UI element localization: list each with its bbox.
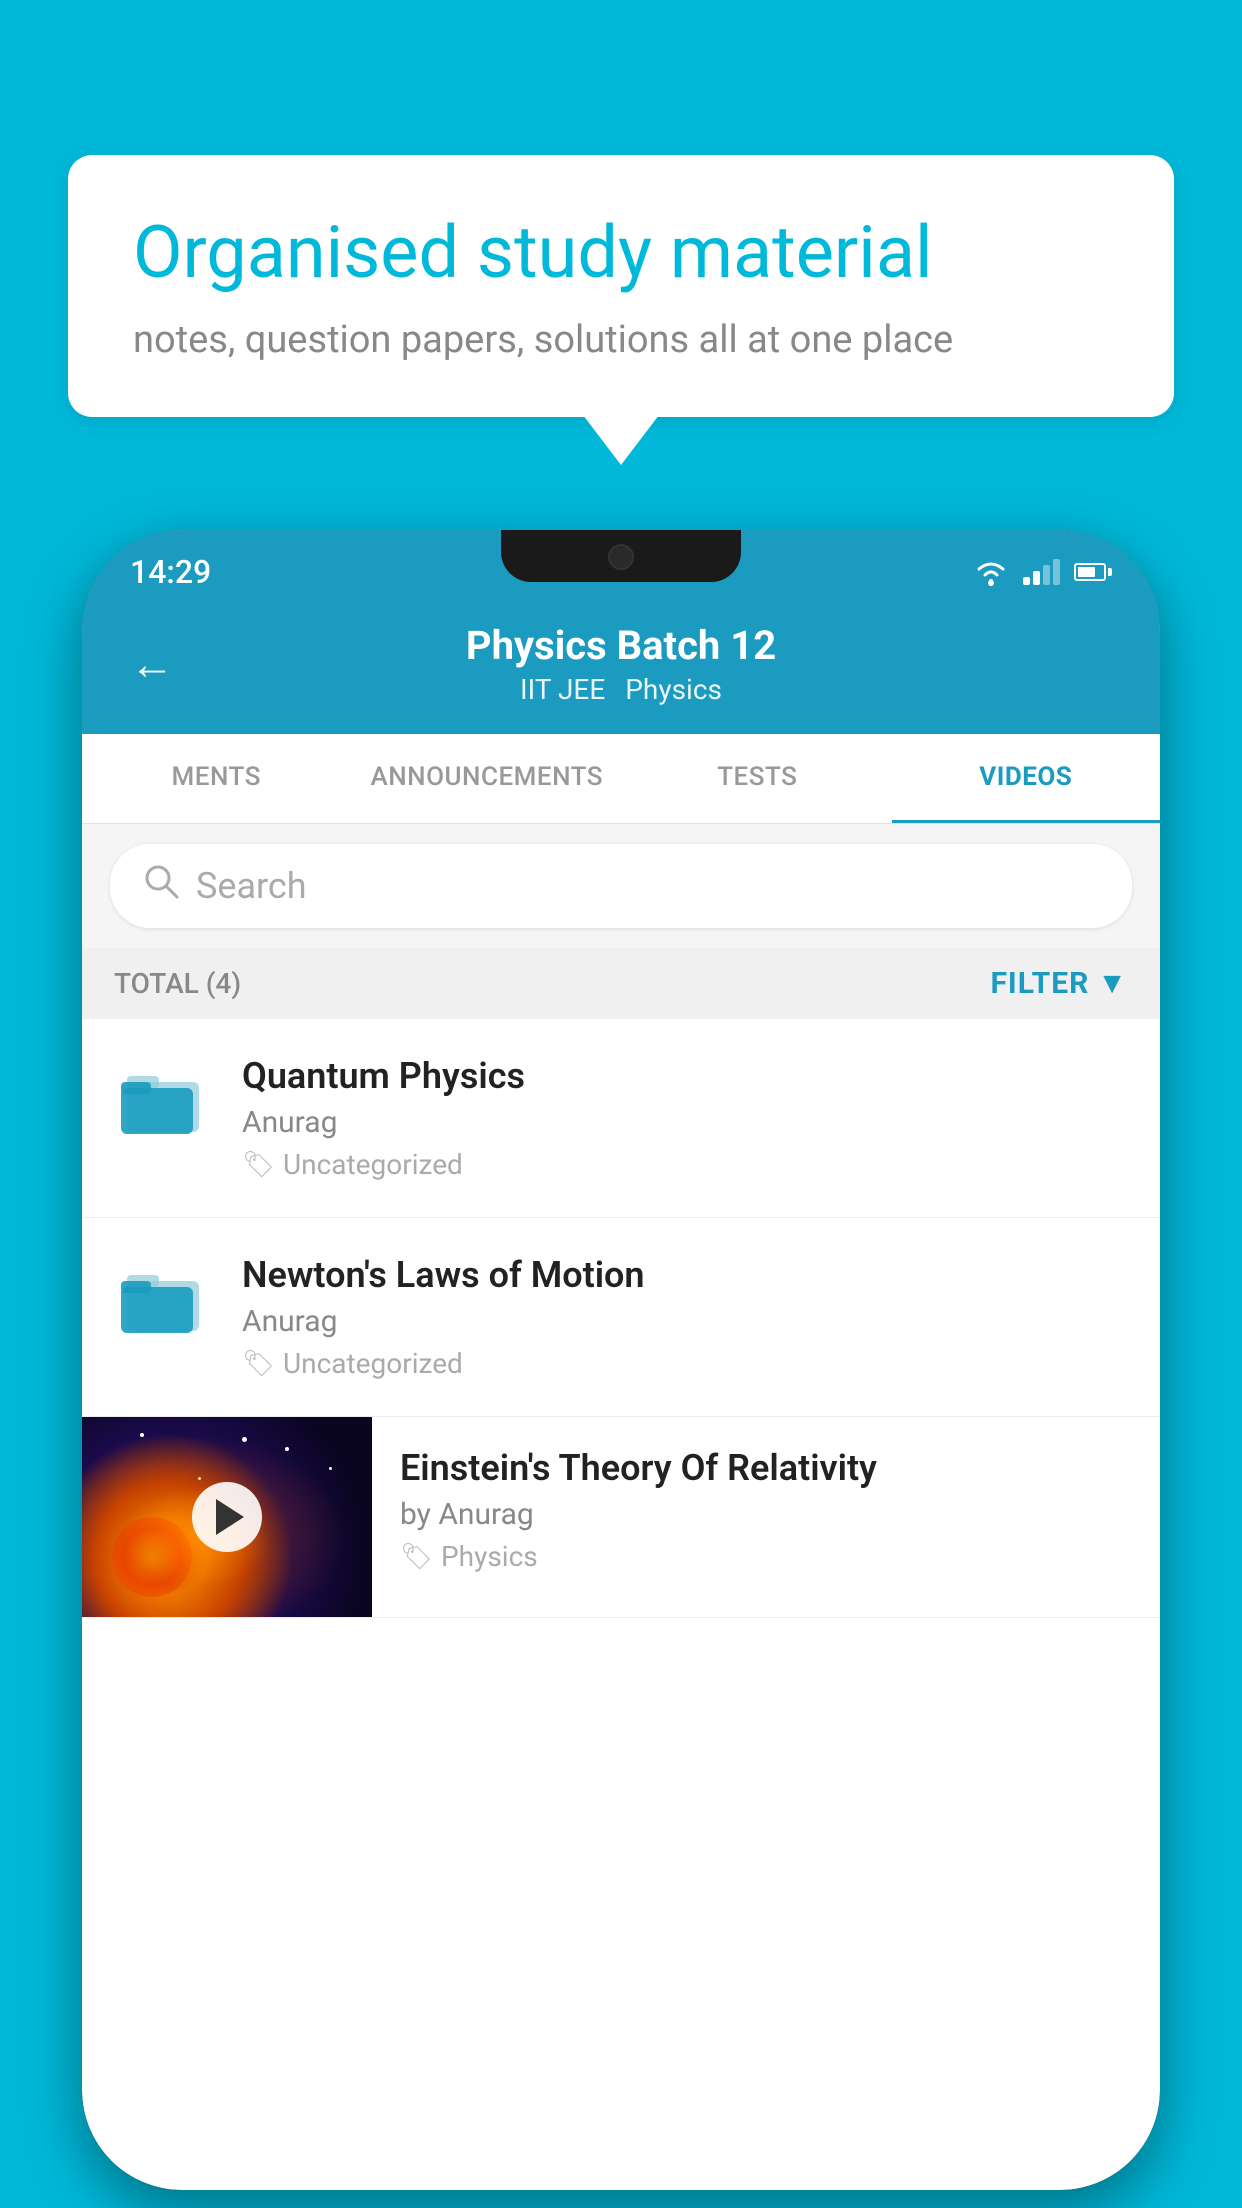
back-button[interactable]: ← xyxy=(130,638,174,690)
filter-label: FILTER xyxy=(990,966,1089,1001)
video-tag-text: Physics xyxy=(441,1540,538,1573)
list-item[interactable]: Einstein's Theory Of Relativity by Anura… xyxy=(82,1417,1160,1618)
search-bar[interactable]: Search xyxy=(110,844,1132,928)
video-title: Quantum Physics xyxy=(242,1055,1128,1097)
folder-icon xyxy=(119,1060,209,1140)
folder-icon-wrapper xyxy=(114,1055,214,1145)
play-icon xyxy=(216,1499,244,1535)
video-author: Anurag xyxy=(242,1304,1128,1339)
filter-bar: TOTAL (4) FILTER ▼ xyxy=(82,948,1160,1019)
video-tag: 🏷 Physics xyxy=(400,1540,1132,1573)
tab-videos[interactable]: VIDEOS xyxy=(892,734,1160,823)
tab-bar: MENTS ANNOUNCEMENTS TESTS VIDEOS xyxy=(82,734,1160,824)
folder-icon xyxy=(119,1259,209,1339)
header-subtitle: IIT JEE Physics xyxy=(198,673,1044,706)
signal-icon xyxy=(1023,559,1060,585)
phone-screen: 14:29 xyxy=(82,530,1160,2190)
tag-icon: 🏷 xyxy=(242,1150,275,1180)
total-label: TOTAL (4) xyxy=(114,967,241,1000)
tab-announcements[interactable]: ANNOUNCEMENTS xyxy=(350,734,623,823)
folder-icon-wrapper xyxy=(114,1254,214,1344)
video-tag-text: Uncategorized xyxy=(283,1148,463,1181)
video-info: Newton's Laws of Motion Anurag 🏷 Uncateg… xyxy=(242,1254,1128,1380)
tab-ments[interactable]: MENTS xyxy=(82,734,350,823)
video-list: Quantum Physics Anurag 🏷 Uncategorized xyxy=(82,1019,1160,1618)
tag-icon: 🏷 xyxy=(400,1542,433,1572)
list-item[interactable]: Quantum Physics Anurag 🏷 Uncategorized xyxy=(82,1019,1160,1218)
video-tag-text: Uncategorized xyxy=(283,1347,463,1380)
status-icons xyxy=(973,557,1112,587)
play-button[interactable] xyxy=(192,1482,262,1552)
tag-icon: 🏷 xyxy=(242,1349,275,1379)
app-header: ← Physics Batch 12 IIT JEE Physics xyxy=(82,602,1160,734)
video-title: Einstein's Theory Of Relativity xyxy=(400,1447,1132,1489)
phone-camera xyxy=(608,544,634,570)
phone-frame: 14:29 xyxy=(82,530,1160,2190)
search-icon xyxy=(142,862,180,910)
header-title-group: Physics Batch 12 IIT JEE Physics xyxy=(198,622,1044,706)
tab-tests[interactable]: TESTS xyxy=(623,734,891,823)
search-placeholder: Search xyxy=(196,865,307,907)
video-thumbnail xyxy=(82,1417,372,1617)
speech-bubble-subtitle: notes, question papers, solutions all at… xyxy=(133,318,1109,362)
video-info: Einstein's Theory Of Relativity by Anura… xyxy=(372,1417,1160,1603)
header-title: Physics Batch 12 xyxy=(198,622,1044,669)
video-title: Newton's Laws of Motion xyxy=(242,1254,1128,1296)
list-item[interactable]: Newton's Laws of Motion Anurag 🏷 Uncateg… xyxy=(82,1218,1160,1417)
battery-icon xyxy=(1074,563,1112,581)
video-author: by Anurag xyxy=(400,1497,1132,1532)
filter-icon: ▼ xyxy=(1097,966,1128,1001)
phone-notch xyxy=(501,530,741,582)
status-time: 14:29 xyxy=(130,553,211,591)
speech-bubble: Organised study material notes, question… xyxy=(68,155,1174,417)
video-info: Quantum Physics Anurag 🏷 Uncategorized xyxy=(242,1055,1128,1181)
header-subtitle-2: Physics xyxy=(625,673,722,706)
speech-bubble-title: Organised study material xyxy=(133,210,1109,296)
video-tag: 🏷 Uncategorized xyxy=(242,1347,1128,1380)
video-author: Anurag xyxy=(242,1105,1128,1140)
wifi-icon xyxy=(973,557,1009,587)
video-tag: 🏷 Uncategorized xyxy=(242,1148,1128,1181)
filter-button[interactable]: FILTER ▼ xyxy=(990,966,1128,1001)
search-bar-container: Search xyxy=(82,824,1160,948)
speech-bubble-section: Organised study material notes, question… xyxy=(68,155,1174,417)
header-subtitle-1: IIT JEE xyxy=(520,673,605,706)
